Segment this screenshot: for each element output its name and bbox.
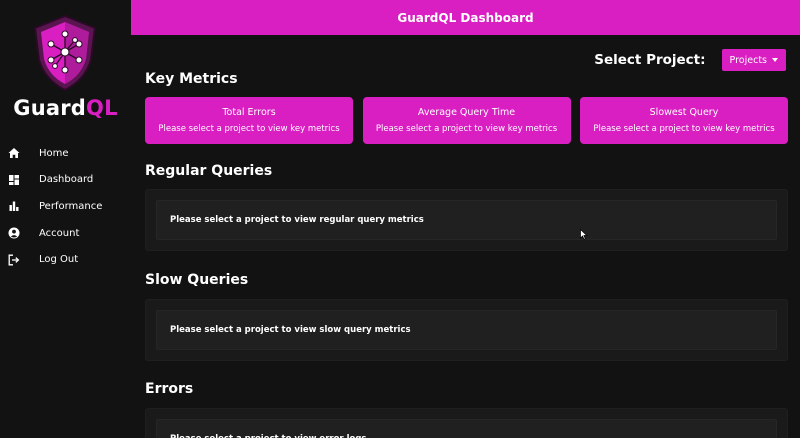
dashboard-icon: [8, 174, 20, 186]
key-metrics-cards: Total Errors Please select a project to …: [145, 97, 788, 144]
sidebar-item-performance[interactable]: Performance: [0, 193, 131, 220]
errors-panel: Please select a project to view error lo…: [145, 408, 788, 438]
metric-card-total-errors: Total Errors Please select a project to …: [145, 97, 353, 144]
projects-dropdown-button[interactable]: Projects: [721, 49, 786, 71]
metric-title: Slowest Query: [649, 107, 719, 118]
main-content: Select Project: Projects Key Metrics Tot…: [131, 35, 800, 438]
metric-card-slowest-query: Slowest Query Please select a project to…: [580, 97, 788, 144]
logout-icon: [8, 254, 20, 266]
metric-message: Please select a project to view key metr…: [375, 124, 558, 134]
metric-title: Average Query Time: [417, 107, 516, 118]
sidebar: GuardQL Home Dashboard Performance Accou…: [0, 0, 131, 438]
regular-queries-title: Regular Queries: [145, 163, 273, 179]
mouse-cursor-icon: [580, 229, 588, 240]
metric-message: Please select a project to view key metr…: [158, 124, 340, 134]
project-select-row: Select Project: Projects: [594, 49, 786, 71]
sidebar-item-home[interactable]: Home: [0, 140, 131, 167]
slow-queries-title: Slow Queries: [145, 272, 249, 288]
metric-title: Total Errors: [222, 107, 276, 118]
metric-card-average-query-time: Average Query Time Please select a proje…: [362, 97, 571, 144]
sidebar-item-account[interactable]: Account: [0, 220, 131, 247]
home-icon: [8, 147, 20, 159]
shield-logo-icon: [33, 14, 97, 92]
slow-queries-panel: Please select a project to view slow que…: [145, 299, 788, 361]
sidebar-item-label: Performance: [39, 200, 103, 212]
errors-message: Please select a project to view error lo…: [156, 419, 777, 438]
header-title: GuardQL Dashboard: [397, 10, 534, 25]
key-metrics-title: Key Metrics: [145, 71, 238, 87]
sidebar-item-label: Dashboard: [39, 174, 94, 186]
sidebar-nav: Home Dashboard Performance Account Log O…: [0, 140, 131, 273]
slow-queries-message: Please select a project to view slow que…: [156, 310, 777, 350]
errors-title: Errors: [145, 381, 194, 397]
brand-suffix: QL: [86, 96, 118, 120]
sidebar-item-label: Home: [39, 147, 69, 159]
select-project-label: Select Project:: [594, 52, 706, 68]
caret-down-icon: [772, 58, 778, 62]
top-header: GuardQL Dashboard: [131, 0, 800, 35]
user-icon: [8, 227, 20, 239]
sidebar-item-dashboard[interactable]: Dashboard: [0, 167, 131, 194]
sidebar-item-logout[interactable]: Log Out: [0, 246, 131, 273]
regular-queries-message: Please select a project to view regular …: [156, 200, 777, 240]
brand-name: GuardQL: [0, 96, 131, 120]
regular-queries-panel: Please select a project to view regular …: [145, 189, 788, 251]
bar-chart-icon: [8, 200, 20, 212]
brand-prefix: Guard: [13, 96, 87, 120]
sidebar-item-label: Account: [39, 227, 80, 239]
sidebar-item-label: Log Out: [39, 254, 79, 266]
projects-dropdown-label: Projects: [729, 54, 767, 66]
metric-message: Please select a project to view key metr…: [593, 124, 775, 134]
